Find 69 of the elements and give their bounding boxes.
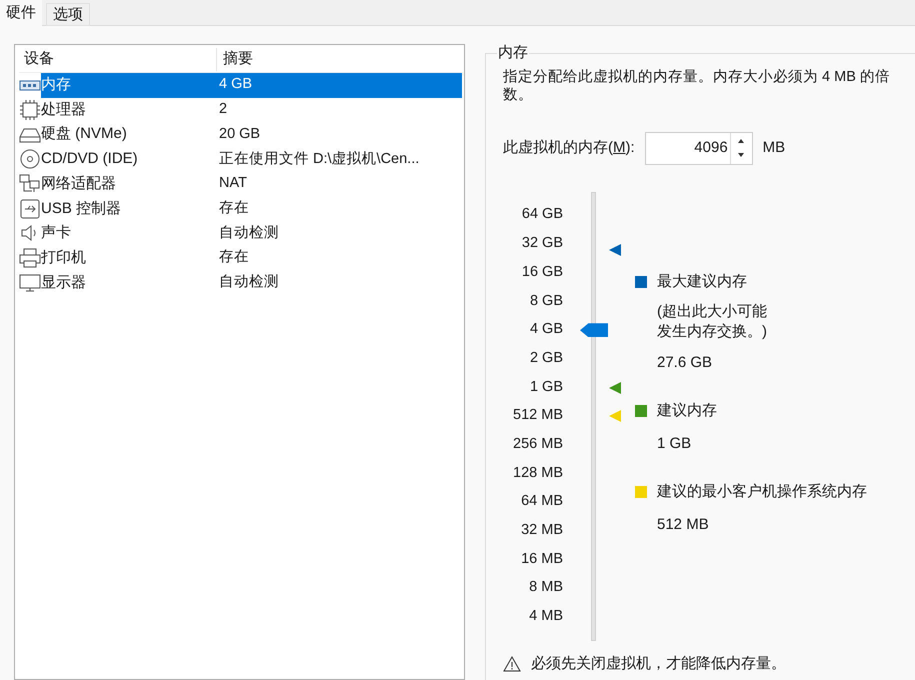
device-name: CD/DVD (IDE) [41, 149, 139, 170]
warning-icon [503, 656, 521, 672]
device-row[interactable]: 处理器 2 [41, 98, 462, 122]
device-summary: 自动检测 [219, 272, 279, 292]
tick-label: 8 GB [530, 292, 563, 311]
device-summary: 20 GB [219, 124, 260, 144]
memory-input[interactable]: 4096 [646, 133, 730, 164]
usb-icon [19, 198, 41, 220]
legend-value: 1 GB [657, 434, 692, 454]
device-row[interactable]: CD/DVD (IDE) 正在使用文件 D:\虚拟机\Cen... [41, 147, 462, 172]
device-row[interactable]: 打印机 存在 [41, 246, 462, 270]
device-summary: 4 GB [219, 75, 252, 94]
column-header[interactable]: 摘要 [217, 48, 253, 71]
device-summary: 正在使用文件 D:\虚拟机\Cen... [219, 150, 420, 169]
device-row[interactable]: 显示器 自动检测 [41, 270, 462, 296]
device-name: 声卡 [41, 223, 72, 244]
device-name: 显示器 [41, 272, 87, 293]
device-summary: 自动检测 [219, 224, 279, 243]
device-row[interactable]: 硬盘 (NVMe) 20 GB [41, 122, 462, 148]
device-row[interactable]: 内存 4 GB [41, 73, 462, 98]
tick-label: 256 MB [513, 434, 563, 454]
slider-thumb[interactable] [580, 323, 608, 338]
legend-value: 27.6 GB [657, 352, 714, 372]
legend-value: 512 MB [657, 514, 710, 534]
tab[interactable]: 选项 [46, 3, 90, 26]
device-summary: NAT [219, 174, 247, 194]
device-name: USB 控制器 [41, 198, 122, 219]
device-summary: 存在 [219, 248, 249, 268]
legend-note: 发生内存交换。) [657, 322, 768, 342]
tick-label: 32 GB [522, 234, 563, 254]
memory-spinbox[interactable]: 4096 [644, 132, 753, 165]
unit-label: MB [762, 138, 786, 158]
device-name: 网络适配器 [41, 174, 117, 194]
tick-label: 4 MB [529, 607, 563, 626]
warning-text: 必须先关闭虚拟机，才能降低内存量。 [531, 654, 786, 674]
tick-label: 2 GB [530, 348, 563, 368]
description-text: 指定分配给此虚拟机的内存量。内存大小必须为 4 MB 的倍数。 [503, 68, 891, 104]
display-icon [19, 272, 41, 294]
cd-icon [19, 148, 41, 170]
memory-label: 此虚拟机的内存(M): [503, 138, 635, 158]
device-row[interactable]: 网络适配器 NAT [41, 172, 462, 196]
tick-label: 8 MB [529, 578, 563, 598]
memory-icon [19, 80, 41, 91]
printer-icon [19, 247, 41, 270]
device-summary: 2 [219, 100, 228, 120]
legend-label: 建议内存 [657, 401, 717, 421]
device-name: 硬盘 (NVMe) [41, 124, 128, 144]
legend-note: (超出此大小可能 [657, 302, 768, 322]
tick-label: 512 MB [513, 406, 563, 426]
tick-label: 128 MB [513, 464, 563, 483]
tick-label: 4 GB [530, 320, 563, 340]
tick-label: 16 GB [522, 262, 563, 282]
cpu-icon [19, 99, 41, 122]
legend-label: 建议的最小客户机操作系统内存 [657, 482, 867, 502]
tick-label: 16 MB [521, 550, 563, 569]
tab[interactable]: 硬件 [0, 0, 42, 27]
column-header[interactable]: 设备 [19, 48, 217, 71]
device-row[interactable]: USB 控制器 存在 [41, 196, 462, 222]
group-title: 内存 [497, 44, 529, 62]
tick-label: 32 MB [521, 521, 563, 540]
device-name: 内存 [41, 75, 72, 96]
device-summary: 存在 [219, 198, 249, 218]
tick-label: 64 GB [522, 205, 563, 224]
device-row[interactable]: 声卡 自动检测 [41, 221, 462, 246]
device-name: 打印机 [41, 248, 87, 268]
tick-label: 1 GB [530, 378, 563, 397]
tick-label: 64 MB [521, 492, 563, 512]
legend-label: 最大建议内存 [657, 272, 747, 292]
device-name: 处理器 [41, 100, 87, 120]
